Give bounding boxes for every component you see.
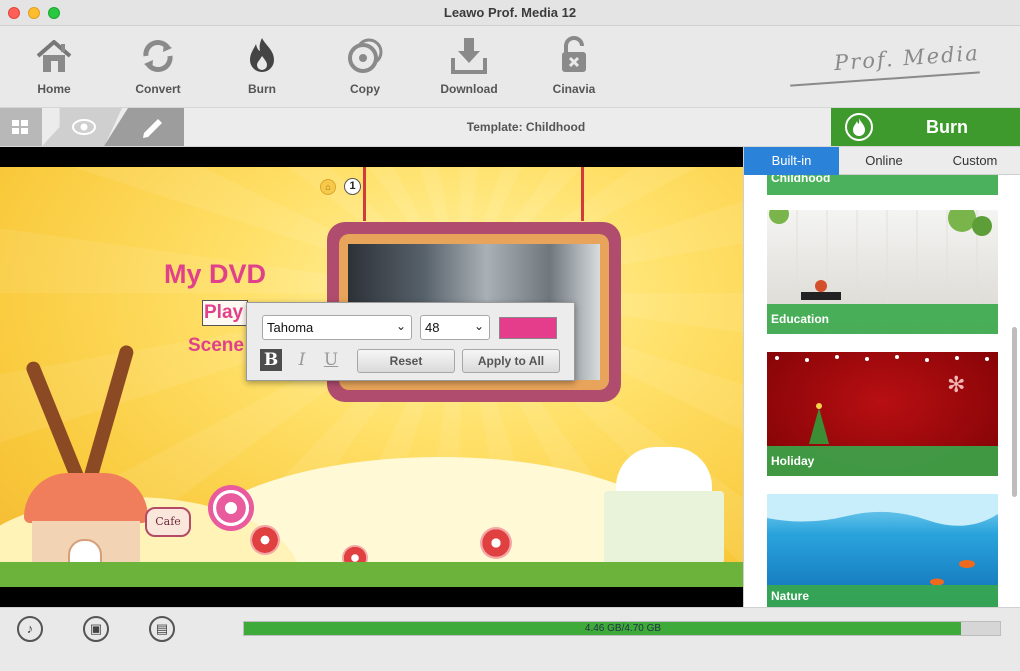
window-title: Leawo Prof. Media 12	[443, 5, 577, 20]
reset-button[interactable]: Reset	[357, 349, 455, 373]
menu-home-icon[interactable]: ⌂	[320, 179, 336, 195]
template-tabs: Built-in Online Custom	[744, 147, 1020, 175]
template-name: Nature	[767, 585, 998, 607]
apply-to-all-button[interactable]: Apply to All	[462, 349, 560, 373]
italic-button[interactable]: I	[291, 349, 313, 371]
chevron-down-icon: ⌄	[473, 319, 484, 333]
menu-page-indicator[interactable]: 1	[344, 178, 361, 195]
cinavia-icon	[562, 36, 586, 72]
lollipop-decoration	[480, 527, 512, 559]
template-scrollbar[interactable]	[1012, 327, 1017, 497]
bold-button[interactable]: B	[260, 349, 282, 371]
home-button[interactable]: Home	[14, 36, 94, 96]
tab-built-in[interactable]: Built-in	[744, 147, 839, 175]
convert-button[interactable]: Convert	[118, 36, 198, 96]
template-name: Education	[767, 304, 998, 334]
flame-icon	[845, 113, 873, 141]
menu-preview: ⌂ 1 My DVD Play Scene Cafe Tahoma ⌄ 48 ⌄…	[0, 147, 743, 607]
download-button[interactable]: Download	[429, 36, 509, 96]
grid-view-button[interactable]	[0, 108, 42, 146]
bottom-bar: ♪ ▣ ▤ 4.46 GB/4.70 GB	[0, 607, 1020, 671]
tab-online[interactable]: Online	[839, 147, 929, 175]
lollipop-decoration	[250, 525, 280, 555]
svg-text:✻: ✻	[947, 373, 965, 398]
copy-button[interactable]: Copy	[325, 36, 405, 96]
menu-scene-text[interactable]: Scene	[188, 335, 244, 357]
home-label: Home	[37, 82, 71, 96]
image-icon[interactable]: ▣	[83, 616, 109, 642]
brand-logo: Prof. Media	[833, 40, 981, 76]
music-icon[interactable]: ♪	[17, 616, 43, 642]
cafe-sign: Cafe	[145, 507, 191, 537]
font-size-value: 48	[425, 320, 440, 335]
download-label: Download	[440, 82, 498, 96]
template-childhood[interactable]: Childhood	[767, 175, 998, 195]
font-size-select[interactable]: 48 ⌄	[420, 315, 490, 340]
burn-button[interactable]: Burn	[831, 108, 1020, 146]
menu-play-text[interactable]: Play	[204, 302, 243, 324]
menu-title-text[interactable]: My DVD	[164, 259, 266, 290]
disc-capacity-text: 4.46 GB/4.70 GB	[584, 623, 662, 634]
font-family-select[interactable]: Tahoma ⌄	[262, 315, 412, 340]
burn-tool-label: Burn	[248, 82, 276, 96]
chevron-down-icon: ⌄	[395, 319, 406, 333]
brand-underline	[790, 71, 980, 87]
template-holiday[interactable]: ✻ Holiday	[767, 352, 998, 476]
template-name: Holiday	[767, 446, 998, 476]
font-color-swatch[interactable]	[499, 317, 557, 339]
download-icon	[451, 38, 487, 74]
template-name: Childhood	[767, 175, 998, 195]
lollipop-decoration	[208, 485, 254, 531]
tab-custom[interactable]: Custom	[929, 147, 1020, 175]
cinavia-label: Cinavia	[552, 82, 596, 96]
template-bar: Template: Childhood Burn	[0, 107, 1020, 147]
main-toolbar: Home Convert Burn Copy Download Cinavia …	[0, 26, 1020, 107]
burn-icon	[250, 38, 274, 72]
convert-icon	[143, 40, 173, 72]
grid-icon	[12, 120, 28, 134]
copy-icon	[348, 38, 383, 73]
home-icon	[36, 40, 72, 72]
cinavia-button[interactable]: Cinavia	[534, 36, 614, 96]
burn-button-label: Burn	[926, 117, 968, 137]
underline-button[interactable]: U	[320, 349, 342, 371]
burn-tool-button[interactable]: Burn	[222, 36, 302, 96]
convert-label: Convert	[135, 82, 181, 96]
template-label: Template: Childhood	[466, 120, 586, 134]
template-education[interactable]: Education	[767, 210, 998, 334]
copy-label: Copy	[350, 82, 380, 96]
title-bar: Leawo Prof. Media 12	[0, 0, 1020, 26]
template-panel: Built-in Online Custom Childhood Educati…	[743, 147, 1020, 607]
template-nature[interactable]: Nature	[767, 494, 998, 607]
save-icon[interactable]: ▤	[149, 616, 175, 642]
disc-capacity-bar: 4.46 GB/4.70 GB	[243, 621, 1001, 636]
text-style-popup: Tahoma ⌄ 48 ⌄ B I U Reset Apply to All	[246, 302, 575, 381]
font-family-value: Tahoma	[267, 320, 314, 335]
